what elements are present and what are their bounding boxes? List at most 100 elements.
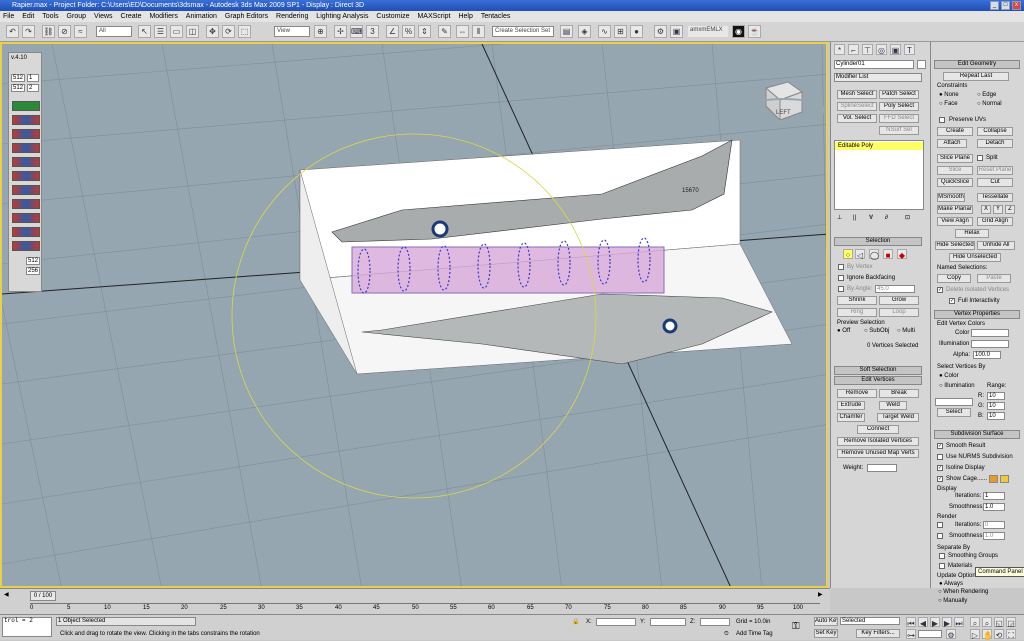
maximize-viewport-icon[interactable]: ⛶ [1006, 629, 1016, 640]
render-setup-icon[interactable]: ⚙ [654, 25, 667, 38]
delete-isolated-checkbox[interactable]: ✓ [937, 287, 943, 293]
preserve-uvs-checkbox[interactable] [939, 117, 945, 123]
extrude-button[interactable]: Extrude [837, 401, 865, 410]
preview-off-radio[interactable]: ● Off [837, 327, 850, 335]
configure-sets-icon[interactable]: ⊡ [905, 214, 910, 222]
paste-button[interactable]: Paste [977, 274, 1011, 283]
preview-multi-radio[interactable]: ○ Multi [897, 327, 915, 335]
set-key-button[interactable]: Set Key [814, 629, 838, 638]
menu-modifiers[interactable]: Modifiers [149, 13, 177, 20]
zoom-all-icon[interactable]: ⌕ [982, 617, 992, 628]
timeline-prev-icon[interactable]: ◀ [4, 591, 9, 599]
named-selection-set-dropdown[interactable]: Create Selection Set [492, 26, 554, 37]
show-end-result-icon[interactable]: || [853, 214, 856, 222]
redo-icon[interactable]: ↷ [22, 25, 35, 38]
window-crossing-icon[interactable]: ◫ [186, 25, 199, 38]
remove-button[interactable]: Remove [837, 389, 877, 398]
menu-group[interactable]: Group [67, 13, 86, 20]
plugin-tool-5-icon[interactable] [12, 157, 40, 167]
nsurf-sel-button[interactable]: NSurf Sel [879, 126, 919, 135]
render-iterations-checkbox[interactable] [937, 522, 943, 528]
menu-maxscript[interactable]: MAXScript [417, 13, 450, 20]
perspective-viewport[interactable]: LEFT 15670 [0, 42, 828, 588]
timeline-next-icon[interactable]: ▶ [818, 591, 823, 599]
tessellate-button[interactable]: Tessellate [977, 193, 1013, 202]
object-color-swatch[interactable] [917, 60, 926, 69]
maximize-button[interactable]: □ [1001, 1, 1010, 10]
mirror-icon[interactable]: ⇔ [456, 25, 469, 38]
full-interactivity-checkbox[interactable]: ✓ [949, 298, 955, 304]
pan-icon[interactable]: ✋ [982, 629, 993, 640]
menu-edit[interactable]: Edit [22, 13, 34, 20]
bind-space-warp-icon[interactable]: ≈ [74, 25, 87, 38]
ffd-select-button[interactable]: FFD Select [879, 114, 919, 123]
snap-toggle-icon[interactable]: 3 [366, 25, 379, 38]
illumination-swatch[interactable] [971, 340, 1009, 348]
subdivision-surface-rollout-header[interactable]: Subdivision Surface [934, 430, 1020, 439]
graphite-icon[interactable]: ◈ [578, 25, 591, 38]
plugin-tool-4-icon[interactable] [12, 143, 40, 153]
quick-render-icon[interactable]: ◉ [732, 25, 745, 38]
current-frame-field[interactable] [918, 630, 942, 638]
plugin-field-3[interactable]: 512 [11, 84, 25, 92]
menu-customize[interactable]: Customize [376, 13, 409, 20]
update-when-rendering-radio[interactable]: ○ When Rendering [938, 588, 988, 596]
layer-manager-icon[interactable]: ▤ [560, 25, 573, 38]
cylinder01-object[interactable] [351, 246, 665, 294]
polygon-mode-icon[interactable]: ■ [883, 249, 893, 260]
undo-icon[interactable]: ↶ [6, 25, 19, 38]
time-slider[interactable]: 0 / 100 [30, 591, 56, 601]
next-frame-icon[interactable]: ▶ [942, 617, 952, 628]
select-by-name-icon[interactable]: ☰ [154, 25, 167, 38]
make-planar-button[interactable]: Make Planar [937, 205, 973, 214]
relax-button[interactable]: Relax [955, 229, 989, 238]
reset-plane-button[interactable]: Reset Plane [977, 166, 1013, 175]
view-align-button[interactable]: View Align [937, 217, 973, 226]
zoom-extents-all-icon[interactable]: ◲ [1006, 617, 1016, 628]
plugin-field-4[interactable]: 2 [27, 84, 39, 92]
select-by-color-radio[interactable]: ● Color [939, 372, 959, 380]
vertex-properties-rollout-header[interactable]: Vertex Properties [934, 310, 1020, 319]
select-by-illumination-radio[interactable]: ○ Illumination [939, 382, 975, 390]
make-unique-icon[interactable]: ∀ [869, 214, 873, 222]
edit-geometry-rollout-header[interactable]: Edit Geometry [934, 60, 1020, 69]
edge-mode-icon[interactable]: ◁ [855, 249, 865, 260]
menu-file[interactable]: File [3, 13, 14, 20]
create-tab-icon[interactable]: * [834, 44, 845, 55]
modifier-list-dropdown[interactable]: Modifier List [834, 73, 922, 82]
patch-select-button[interactable]: Patch Select [879, 90, 919, 99]
attach-button[interactable]: Attach [937, 139, 967, 148]
time-tag-icon[interactable]: ⏲ [724, 630, 729, 638]
render-frame-icon[interactable]: ▣ [670, 25, 683, 38]
render-smoothness-checkbox[interactable] [937, 533, 943, 539]
display-iterations-field[interactable]: 1 [983, 492, 1005, 500]
border-mode-icon[interactable]: ◯ [869, 249, 879, 260]
range-r-field[interactable]: 10 [987, 392, 1005, 400]
smoothing-groups-checkbox[interactable] [939, 553, 945, 559]
copy-button[interactable]: Copy [937, 274, 971, 283]
weld-button[interactable]: Weld [879, 401, 907, 410]
update-manually-radio[interactable]: ○ Manually [938, 597, 967, 605]
shrink-button[interactable]: Shrink [837, 296, 877, 305]
plugin-label[interactable]: amxmEMLX [688, 26, 728, 37]
vertex-color-swatch[interactable] [971, 329, 1009, 337]
vol-select-button[interactable]: Vol. Select [837, 114, 877, 123]
modify-tab-icon[interactable]: ⌐ [848, 44, 859, 55]
ignore-backfacing-checkbox[interactable] [838, 275, 844, 281]
link-icon[interactable]: ⛓ [42, 25, 55, 38]
key-mode-toggle-icon[interactable]: ⊶ [906, 629, 916, 640]
plugin-field-2[interactable]: 1 [27, 74, 39, 82]
menu-help[interactable]: Help [458, 13, 472, 20]
scale-icon[interactable]: ⬚ [238, 25, 251, 38]
minimize-button[interactable]: _ [990, 1, 999, 10]
smooth-result-checkbox[interactable]: ✓ [937, 443, 943, 449]
display-tab-icon[interactable]: ▣ [890, 44, 901, 55]
hierarchy-tab-icon[interactable]: ⊤ [862, 44, 873, 55]
y-coord-field[interactable] [650, 618, 686, 626]
menu-tools[interactable]: Tools [42, 13, 58, 20]
angle-snap-icon[interactable]: ∠ [386, 25, 399, 38]
slice-plane-button[interactable]: Slice Plane [937, 154, 973, 163]
poly-select-button[interactable]: Poly Select [879, 102, 919, 111]
loop-button[interactable]: Loop [879, 308, 919, 317]
selection-rollout-header[interactable]: Selection [834, 237, 922, 246]
